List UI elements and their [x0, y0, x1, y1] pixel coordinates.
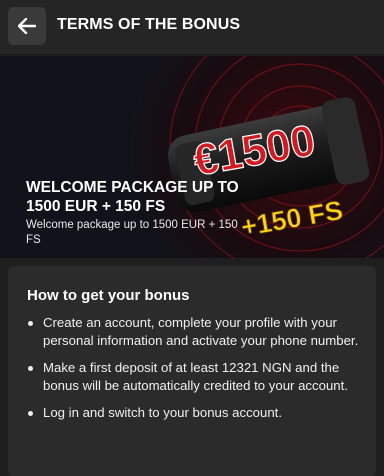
- list-item: Create an account, complete your profile…: [27, 314, 367, 349]
- list-item: Log in and switch to your bonus account.: [27, 404, 367, 422]
- banner-subtitle: Welcome package up to 1500 EUR + 150 FS: [26, 219, 238, 246]
- banner-title: WELCOME PACKAGE UP TO 1500 EUR + 150 FS: [26, 179, 239, 215]
- list-item: Make a first deposit of at least 12321 N…: [27, 359, 367, 394]
- section-title: How to get your bonus: [27, 287, 190, 304]
- bonus-info-card: How to get your bonus Create an account,…: [8, 266, 376, 476]
- promo-banner: €1500 +150 FS WELCOME PACKAGE UP TO 1500…: [0, 56, 384, 258]
- back-button[interactable]: [8, 7, 46, 45]
- top-bar: TERMS OF THE BONUS: [0, 0, 384, 55]
- arrow-left-icon: [18, 18, 36, 34]
- steps-list: Create an account, complete your profile…: [27, 314, 367, 432]
- page-title: TERMS OF THE BONUS: [57, 16, 241, 33]
